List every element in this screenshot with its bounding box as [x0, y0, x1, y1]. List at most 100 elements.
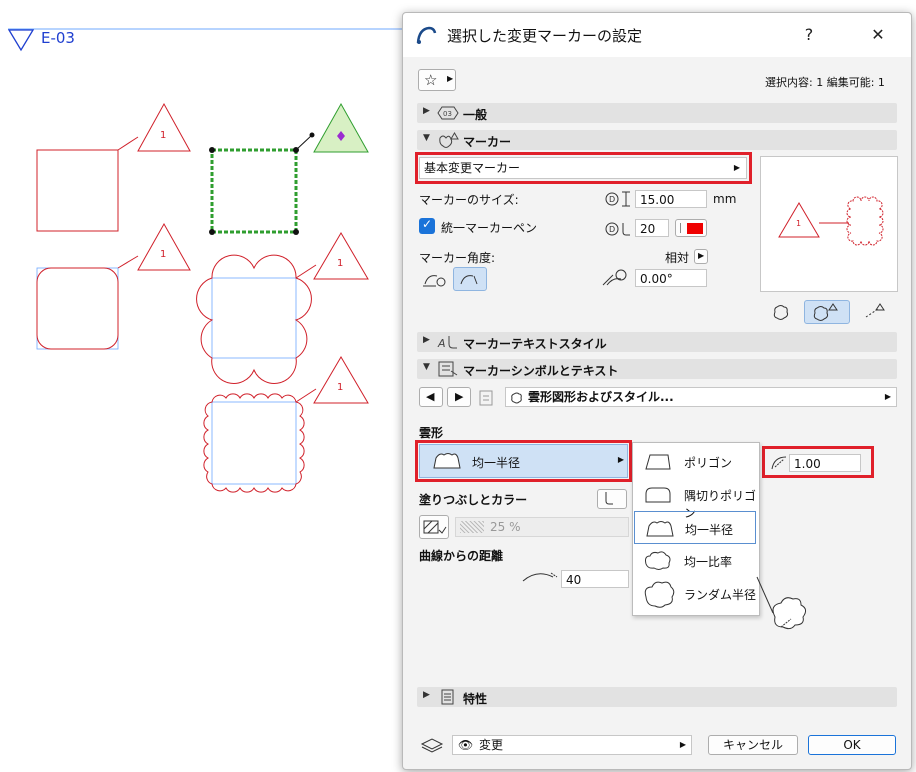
preview-cloud-only-button[interactable] [767, 300, 797, 324]
marker-5-tag: 1 [337, 382, 344, 393]
section-general-label: 一般 [463, 108, 488, 122]
story-id-text: 03 [443, 110, 452, 118]
marker-size-input[interactable]: 15.00 [635, 190, 707, 208]
chevron-right-icon: ▶ [679, 740, 686, 749]
dialog-titlebar[interactable]: 選択した変更マーカーの設定 ? ✕ [403, 13, 911, 57]
section-marker-symbol-text-label: マーカーシンボルとテキスト [463, 364, 619, 378]
elevation-label: E-03 [41, 29, 75, 47]
curve-distance-input[interactable]: 40 [561, 570, 629, 588]
section-marker-symbol-text[interactable]: ▼ マーカーシンボルとテキスト [417, 359, 897, 379]
marker-angle-input[interactable]: 0.00° [635, 269, 707, 287]
marker-settings-dialog: 選択した変更マーカーの設定 ? ✕ ☆ ▶ 選択内容: 1 編集可能: 1 ▶ … [402, 12, 912, 770]
expand-arrow-icon: ▶ [423, 335, 430, 345]
preview-svg [778, 196, 884, 246]
section-marker-text-style-label: マーカーテキストスタイル [463, 337, 607, 351]
elevation-marker-triangle[interactable] [7, 29, 35, 52]
section-marker[interactable]: ▼ マーカー [417, 130, 897, 150]
svg-text:A: A [437, 337, 446, 350]
highlight-marker-type [415, 152, 752, 184]
collapse-arrow-icon: ▼ [423, 362, 430, 372]
cloud-marker-icon [813, 303, 838, 321]
change-marker-selected[interactable] [209, 102, 369, 235]
chamfer-polygon-icon [645, 487, 671, 503]
angle-rotate-icon [460, 275, 478, 285]
chevron-right-icon: ▶ [884, 392, 891, 401]
fill-pen-button[interactable] [597, 489, 627, 509]
marker-preview: 1 [760, 156, 898, 292]
page-list-icon [479, 390, 493, 406]
option-polygon[interactable]: ポリゴン [634, 445, 756, 478]
pen-icon [605, 492, 613, 505]
preview-cloud-marker-button[interactable] [804, 300, 850, 324]
symbol-page-select[interactable]: 雲形図形およびスタイル... ▶ [505, 387, 897, 407]
angle-icon [602, 269, 627, 286]
app-icon [416, 26, 437, 44]
marker-size-unit: mm [713, 192, 737, 206]
angle-fixed-button[interactable] [419, 267, 449, 291]
change-marker-2[interactable] [36, 222, 191, 350]
uniform-ratio-icon [645, 551, 671, 570]
option-uniform-radius[interactable]: 均一半径 [634, 511, 756, 544]
leader-icon [865, 303, 885, 318]
layer-select[interactable]: 👁 変更 ▶ [452, 735, 692, 755]
marker-4-tag: 1 [337, 258, 344, 269]
dialog-title: 選択した変更マーカーの設定 [447, 27, 643, 45]
polygon-icon [645, 454, 671, 470]
highlight-cloud-style [415, 440, 632, 482]
favorites-button[interactable]: ☆ ▶ [418, 69, 456, 91]
section-properties[interactable]: ▶ 特性 [417, 687, 897, 707]
pen-icon: D [605, 222, 630, 236]
uniform-pen-checkbox[interactable]: ✓ [419, 217, 435, 234]
fill-type-button[interactable] [419, 515, 449, 539]
section-properties-label: 特性 [463, 692, 488, 706]
fill-percent-select[interactable]: 25 % [455, 517, 629, 537]
section-marker-text-style[interactable]: ▶ A マーカーテキストスタイル [417, 332, 897, 352]
uniform-radius-icon [646, 521, 674, 537]
check-icon: ✓ [422, 217, 433, 231]
pen-color-swatch [687, 223, 703, 234]
option-uniform-ratio[interactable]: 均一比率 [634, 544, 756, 577]
section-marker-label: マーカー [463, 135, 512, 149]
help-button[interactable]: ? [789, 21, 829, 49]
cloud-style-dropdown[interactable]: ポリゴン 隅切りポリゴン 均一半径 均一比率 ランダム半径 [632, 442, 760, 616]
layer-value: 変更 [479, 738, 504, 752]
change-marker-5[interactable] [203, 356, 369, 493]
angle-mode-button[interactable]: ▶ [694, 249, 708, 264]
collapse-arrow-icon: ▼ [423, 133, 430, 143]
change-marker-1[interactable] [36, 102, 191, 232]
arrow-left-icon: ◀ [426, 390, 435, 403]
chevron-right-icon: ▶ [698, 251, 705, 260]
previous-page-button[interactable]: ◀ [419, 387, 443, 407]
pen-color-button[interactable] [675, 219, 707, 237]
option-chamfer-polygon[interactable]: 隅切りポリゴン [634, 478, 756, 520]
option-uniform-ratio-label: 均一比率 [684, 555, 733, 569]
preview-leader-button[interactable] [859, 300, 889, 324]
option-polygon-label: ポリゴン [684, 456, 733, 470]
uniform-pen-label: 統一マーカーペン [441, 221, 538, 235]
marker-angle-label: マーカー角度: [419, 251, 496, 265]
selection-info: 選択内容: 1 編集可能: 1 [765, 76, 885, 89]
close-button[interactable]: ✕ [858, 21, 898, 49]
marker-icon [439, 132, 459, 148]
symbol-page-value: 雲形図形およびスタイル... [528, 390, 674, 404]
option-random-radius[interactable]: ランダム半径 [634, 577, 756, 610]
marker-2-tag: 1 [160, 249, 167, 260]
ok-button[interactable]: OK [808, 735, 896, 755]
angle-fixed-icon [423, 275, 446, 287]
section-general[interactable]: ▶ 03 一般 [417, 103, 897, 123]
marker-1-tag: 1 [160, 130, 167, 141]
properties-icon [441, 689, 454, 705]
option-uniform-radius-label: 均一半径 [685, 523, 734, 537]
pen-number-input[interactable]: 20 [635, 219, 669, 237]
fill-color-label: 塗りつぶしとカラー [419, 493, 528, 507]
cloud-heading: 雲形 [419, 426, 444, 440]
star-icon: ☆ [424, 71, 438, 89]
cancel-button[interactable]: キャンセル [708, 735, 798, 755]
fill-pattern-icon [423, 520, 447, 534]
change-marker-4[interactable] [196, 232, 369, 384]
chevron-right-icon: ▶ [447, 74, 454, 83]
next-page-button[interactable]: ▶ [447, 387, 471, 407]
fill-swatch [460, 521, 484, 533]
arrow-right-icon: ▶ [455, 390, 464, 403]
angle-rotate-button[interactable] [453, 267, 487, 291]
